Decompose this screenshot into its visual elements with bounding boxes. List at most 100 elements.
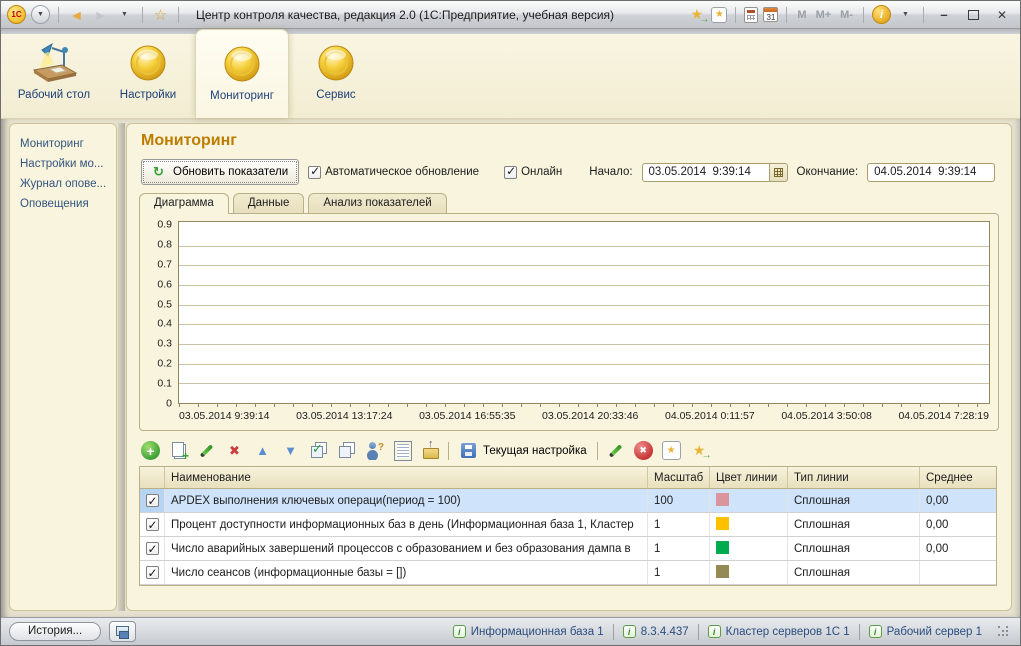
cell-name: Число аварийных завершений процессов с о… <box>165 537 648 560</box>
uncheck-all-icon[interactable] <box>337 441 356 460</box>
status-separator <box>612 623 614 640</box>
titlebar-separator <box>735 6 737 23</box>
column-header-3[interactable]: Тип линии <box>788 467 920 488</box>
sidebar-item-monitoring[interactable]: Мониторинг <box>20 138 112 150</box>
sidebar-item-monitor-settings[interactable]: Настройки мо... <box>20 158 112 170</box>
start-date-input[interactable] <box>641 162 770 182</box>
back-icon[interactable] <box>67 5 86 24</box>
online-checkbox-box[interactable] <box>504 164 518 179</box>
memory-button-2[interactable]: M+ <box>814 9 834 21</box>
status-item-4[interactable]: Рабочий сервер 1 <box>868 625 982 638</box>
add-to-favorites-icon[interactable] <box>690 441 712 461</box>
y-tick-label: 0.4 <box>157 317 172 330</box>
x-tick-label: 03.05.2014 20:33:46 <box>542 410 639 422</box>
add-icon[interactable] <box>141 441 160 460</box>
sidebar: Мониторинг Настройки мо... Журнал опове...… <box>9 123 117 611</box>
favorites-star-icon[interactable] <box>151 5 170 24</box>
section-service[interactable]: Сервис <box>289 34 383 118</box>
section-desktop[interactable]: Рабочий стол <box>7 34 101 118</box>
add-to-favorites-icon[interactable] <box>687 5 709 25</box>
cell-scale: 1 <box>648 537 710 560</box>
refresh-button[interactable]: Обновить показатели <box>141 159 300 185</box>
chart-plot-area <box>178 221 990 404</box>
y-tick-label: 0.3 <box>157 337 172 350</box>
toolbar-separator-1 <box>448 441 449 460</box>
sidebar-splitter[interactable] <box>118 123 125 611</box>
column-header-4[interactable]: Среднее <box>920 467 996 488</box>
table-row-2[interactable]: Процент доступности информационных баз в… <box>140 513 996 537</box>
row-checkbox[interactable] <box>145 564 159 583</box>
status-item-3[interactable]: Кластер серверов 1С 1 <box>707 625 850 638</box>
info-icon[interactable] <box>872 5 891 24</box>
status-items: Информационная база 1 8.3.4.437 Кластер се… <box>452 623 982 640</box>
app-logo-1c[interactable] <box>7 5 26 24</box>
monitor-button[interactable] <box>109 621 137 642</box>
section-monitoring[interactable]: Мониторинг <box>195 29 289 118</box>
row-checkbox[interactable] <box>145 516 159 535</box>
table-row-1[interactable]: APDEX выполнения ключевых операци(период… <box>140 489 996 513</box>
online-label: Онлайн <box>521 166 563 178</box>
auto-update-checkbox[interactable]: Автоматическое обновление <box>308 164 479 179</box>
auto-update-checkbox-box[interactable] <box>308 164 322 179</box>
delete-icon[interactable] <box>225 441 244 460</box>
calculator-icon[interactable] <box>744 6 759 23</box>
window-title: Центр контроля качества, редакция 2.0 (1… <box>196 7 615 22</box>
move-down-icon[interactable] <box>281 441 300 460</box>
main-menu-icon[interactable] <box>31 5 50 24</box>
memory-button-1[interactable]: M <box>795 9 808 21</box>
y-tick-label: 0.7 <box>157 258 172 271</box>
y-tick-label: 0.2 <box>157 357 172 370</box>
row-checkbox[interactable] <box>145 540 159 559</box>
forward-icon[interactable] <box>91 5 110 24</box>
minimize-button[interactable] <box>932 6 956 23</box>
resize-grip[interactable] <box>998 625 1010 638</box>
favorites-list-icon[interactable] <box>661 441 681 460</box>
calendar-icon[interactable] <box>763 7 779 22</box>
check-all-icon[interactable] <box>309 441 328 460</box>
online-checkbox[interactable]: Онлайн <box>504 164 563 179</box>
column-header-2[interactable]: Цвет линии <box>710 467 788 488</box>
column-header-1[interactable]: Масштаб <box>648 467 710 488</box>
chart-x-axis: 03.05.2014 9:39:14 03.05.2014 13:17:24 03.… <box>179 410 989 425</box>
user-question-icon[interactable] <box>365 441 384 460</box>
start-date-calendar-button[interactable] <box>769 162 788 182</box>
gridline <box>179 363 989 365</box>
end-date-input[interactable] <box>867 162 996 182</box>
main-panel: Мониторинг Обновить показатели Автоматич… <box>126 123 1012 611</box>
folder-up-icon[interactable] <box>421 438 440 460</box>
y-tick-label: 0.9 <box>157 218 172 231</box>
history-button[interactable]: История... <box>9 622 102 641</box>
move-up-icon[interactable] <box>253 441 272 460</box>
memory-button-3[interactable]: M- <box>838 9 855 21</box>
tab-analysis[interactable]: Анализ показателей <box>308 193 447 213</box>
tab-data[interactable]: Данные <box>232 193 305 213</box>
maximize-button[interactable] <box>961 6 985 23</box>
table-header: Наименование Масштаб Цвет линии Тип линии Ср… <box>140 467 996 489</box>
sidebar-item-notification-log[interactable]: Журнал опове... <box>20 178 112 190</box>
table-row-3[interactable]: Число аварийных завершений процессов с о… <box>140 537 996 561</box>
edit-icon[interactable] <box>197 441 216 460</box>
info-caret-icon[interactable] <box>896 5 915 24</box>
list-icon[interactable] <box>393 441 412 460</box>
column-header-0[interactable]: Наименование <box>165 467 648 488</box>
table-row-4[interactable]: Число сеансов (информационные базы = [])… <box>140 561 996 585</box>
edit2-icon[interactable] <box>606 441 625 460</box>
section-settings[interactable]: Настройки <box>101 34 195 118</box>
status-item-2[interactable]: 8.3.4.437 <box>622 625 689 638</box>
status-item-1[interactable]: Информационная база 1 <box>452 625 604 638</box>
section-bar: Рабочий стол Настройки Мониторинг Сервис <box>1 29 1020 119</box>
gridline <box>179 324 989 326</box>
copy-icon[interactable] <box>169 441 189 463</box>
favorites-list-icon[interactable] <box>711 6 728 23</box>
tab-diagram[interactable]: Диаграмма <box>139 193 229 214</box>
row-checkbox[interactable] <box>145 492 159 511</box>
current-setting-button[interactable]: Текущая настройка <box>457 440 589 461</box>
cancel-icon[interactable] <box>633 441 653 460</box>
gridline <box>179 383 989 385</box>
history-caret-icon[interactable] <box>115 5 134 24</box>
sidebar-item-notifications[interactable]: Оповещения <box>20 198 112 210</box>
titlebar-separator <box>58 6 59 23</box>
close-button[interactable] <box>990 6 1014 23</box>
end-date-field <box>867 162 996 182</box>
status-item-label: Рабочий сервер 1 <box>886 625 982 638</box>
